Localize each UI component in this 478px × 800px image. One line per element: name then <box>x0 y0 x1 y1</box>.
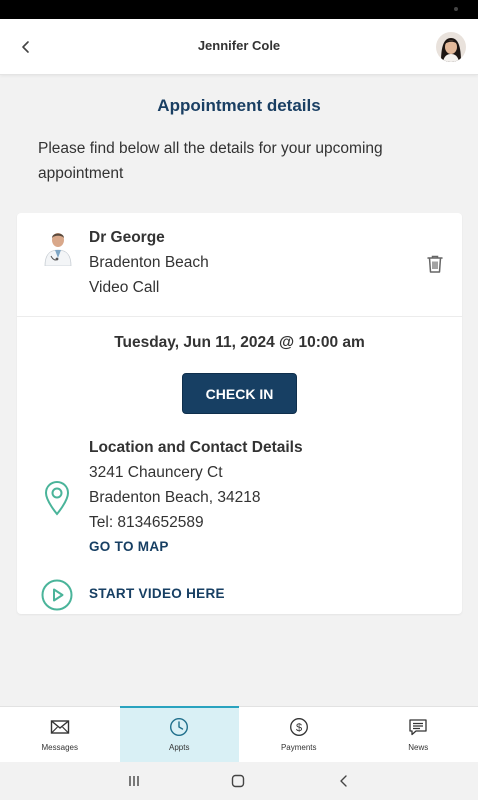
delete-appointment-button[interactable] <box>426 254 444 274</box>
visit-type: Video Call <box>89 279 160 296</box>
recent-apps-button[interactable] <box>124 771 144 791</box>
chat-icon <box>409 719 427 736</box>
card-divider <box>17 316 462 317</box>
system-back-button[interactable] <box>334 771 354 791</box>
recent-apps-icon <box>129 776 139 786</box>
intro-text: Please find below all the details for yo… <box>38 140 383 182</box>
address-line-1: 3241 Chauncery Ct <box>89 464 223 481</box>
doctor-info: Dr George Bradenton Beach Video Call <box>89 225 209 300</box>
go-to-map-link[interactable]: GO TO MAP <box>89 539 303 554</box>
doctor-location: Bradenton Beach <box>89 254 209 271</box>
nav-news[interactable]: News <box>359 707 478 762</box>
appointment-card: Dr George Bradenton Beach Video Call Tue… <box>17 213 462 614</box>
bottom-nav: Messages Appts $ Payments News <box>0 706 478 762</box>
play-circle-icon[interactable] <box>41 579 73 611</box>
system-back-icon <box>340 775 347 787</box>
dollar-circle-icon: $ <box>289 718 308 736</box>
header-title: Jennifer Cole <box>197 38 281 53</box>
status-indicator <box>454 7 458 11</box>
check-in-button[interactable]: CHECK IN <box>182 373 297 414</box>
envelope-icon <box>50 720 69 734</box>
nav-appts-label: Appts <box>169 743 190 752</box>
location-contact-details: Location and Contact Details 3241 Chaunc… <box>89 435 303 554</box>
home-button[interactable] <box>228 771 248 791</box>
nav-messages-label: Messages <box>41 743 78 752</box>
nav-news-label: News <box>408 743 429 752</box>
page-heading: Appointment details <box>157 96 321 115</box>
nav-payments-label: Payments <box>280 743 317 752</box>
avatar[interactable] <box>436 32 466 62</box>
trash-icon <box>427 255 443 273</box>
phone-number: Tel: 8134652589 <box>89 514 204 531</box>
doctor-avatar-icon <box>39 226 77 267</box>
clock-icon <box>170 717 189 737</box>
location-pin-icon <box>43 480 71 516</box>
nav-payments[interactable]: $ Payments <box>239 707 359 762</box>
nav-appts[interactable]: Appts <box>119 706 239 762</box>
system-navigation-bar <box>0 762 478 800</box>
user-avatar-icon <box>436 32 466 62</box>
svg-text:$: $ <box>296 722 302 734</box>
doctor-name: Dr George <box>89 229 165 246</box>
appointment-datetime: Tuesday, Jun 11, 2024 @ 10:00 am <box>114 334 365 351</box>
location-title: Location and Contact Details <box>89 439 303 456</box>
start-video-link[interactable]: START VIDEO HERE <box>89 586 225 601</box>
status-bar <box>0 0 478 19</box>
address-line-2: Bradenton Beach, 34218 <box>89 489 261 506</box>
home-icon <box>231 774 245 788</box>
app-header: Jennifer Cole <box>0 19 478 75</box>
nav-messages[interactable]: Messages <box>0 707 120 762</box>
doctor-photo <box>39 226 77 267</box>
